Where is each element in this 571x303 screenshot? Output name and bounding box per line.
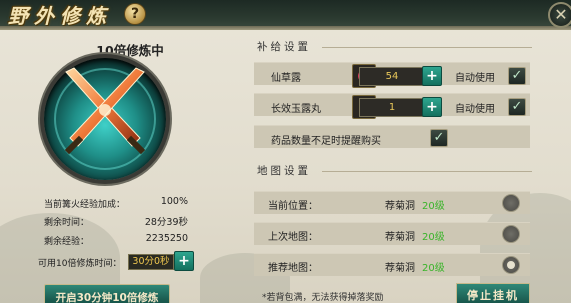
stop-auto-button[interactable]: 停止挂机: [456, 283, 530, 303]
current-location-label: 当前位置：: [268, 201, 318, 212]
wild-training-window: 野外修炼 ? ✕ 10倍修炼中 当前篝火经验加成： 100% 剩余时间： 28分…: [0, 0, 571, 303]
remaining-time-value: 28分39秒: [144, 217, 188, 228]
pill-quantity: 1: [359, 98, 425, 117]
divider: [322, 171, 532, 172]
pill-auto-label: 自动使用: [455, 104, 495, 115]
last-map-place: 荐菊洞: [385, 232, 415, 243]
supply-heading: 补给设置: [257, 41, 311, 53]
remind-label: 药品数量不足时提醒购买: [271, 136, 381, 147]
fire-bonus-value: 100%: [160, 196, 188, 207]
remaining-exp-value: 2235250: [145, 233, 188, 244]
current-location-radio[interactable]: [502, 194, 520, 212]
map-heading: 地图设置: [257, 165, 311, 177]
pill-auto-checkbox[interactable]: ✓: [508, 98, 526, 116]
herb-auto-checkbox[interactable]: ✓: [508, 67, 526, 85]
herb-name: 仙草露: [271, 73, 301, 84]
start-training-button[interactable]: 开启30分钟10倍修炼: [44, 284, 170, 303]
remaining-exp-label: 剩余经验：: [44, 237, 90, 247]
divider: [322, 47, 532, 48]
last-map-radio[interactable]: [502, 225, 520, 243]
add-time-button[interactable]: +: [174, 251, 194, 271]
window-title: 野外修炼: [8, 4, 112, 28]
buy-pill-button[interactable]: +: [422, 97, 442, 117]
last-map-level: 20级: [422, 232, 445, 243]
pill-name: 长效玉露丸: [271, 104, 321, 115]
training-emblem: [44, 58, 166, 180]
bag-full-note: *若背包满，无法获得掉落奖励: [262, 293, 384, 303]
available-time-value: 30分0秒: [128, 254, 174, 270]
training-status-title: 10倍修炼中: [96, 43, 164, 58]
close-icon[interactable]: ✕: [548, 2, 571, 28]
recommended-map-level: 20级: [422, 263, 445, 274]
help-icon[interactable]: ?: [124, 3, 146, 25]
herb-quantity: 54: [359, 67, 425, 86]
current-location-place: 荐菊洞: [385, 201, 415, 212]
crossed-swords-icon: [54, 67, 156, 170]
herb-auto-label: 自动使用: [455, 73, 495, 84]
available-time-label: 可用10倍修炼时间：: [38, 259, 122, 269]
current-location-level: 20级: [422, 201, 445, 212]
last-map-label: 上次地图：: [268, 232, 318, 243]
recommended-map-place: 荐菊洞: [385, 263, 415, 274]
fire-bonus-label: 当前篝火经验加成：: [44, 200, 126, 210]
remaining-time-label: 剩余时间：: [44, 218, 90, 228]
remind-checkbox[interactable]: ✓: [430, 129, 448, 147]
buy-herb-button[interactable]: +: [422, 66, 442, 86]
recommended-map-label: 推荐地图：: [268, 263, 318, 274]
recommended-map-radio[interactable]: [502, 256, 520, 274]
